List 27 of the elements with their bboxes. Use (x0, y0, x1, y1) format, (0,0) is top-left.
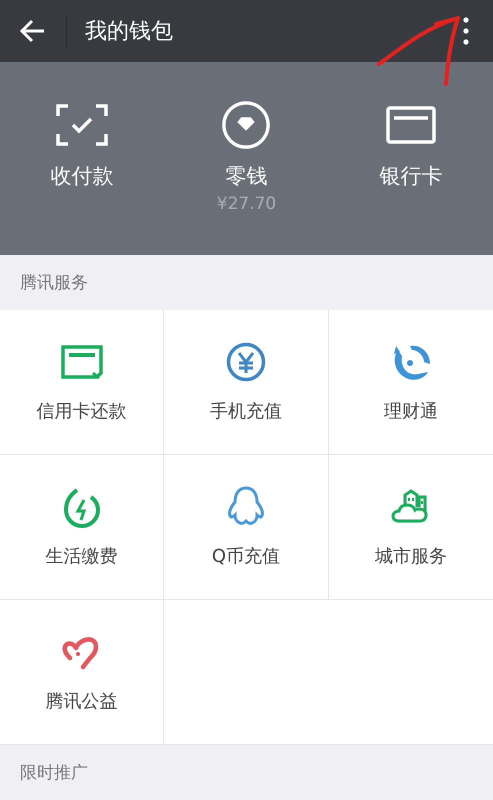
wallet-label[interactable]: 银行卡 (379, 162, 442, 190)
service-tile[interactable]: 腾讯公益 (0, 600, 164, 745)
service-label: 理财通 (384, 400, 438, 423)
service-label: Q币充值 (212, 545, 280, 568)
service-tile[interactable]: Q币充值 (164, 455, 329, 600)
wallet-label[interactable]: 零钱 (225, 162, 268, 190)
service-label: 信用卡还款 (36, 400, 127, 423)
service-label: 手机充值 (210, 400, 282, 423)
section-title: 腾讯服务 (20, 272, 88, 294)
service-label: 腾讯公益 (46, 690, 118, 713)
service-tile[interactable]: 城市服务 (328, 455, 493, 600)
back-icon[interactable] (20, 19, 46, 43)
service-tile[interactable]: 生活缴费 (0, 455, 164, 600)
more-icon[interactable] (463, 17, 469, 45)
page-title: 我的钱包 (85, 18, 173, 46)
yen-icon (226, 341, 266, 383)
service-tile[interactable]: 手机充值 (164, 310, 329, 455)
service-label: 生活缴费 (46, 545, 118, 568)
balance-amount: ¥27.70 (216, 194, 276, 214)
section-title: 限时推广 (20, 762, 88, 784)
service-tile[interactable]: 信用卡还款 (0, 310, 164, 455)
wallet-label[interactable]: 收付款 (50, 162, 114, 190)
coin-icon[interactable] (221, 100, 272, 150)
service-tile[interactable]: 理财通 (328, 310, 493, 455)
service-label: 城市服务 (374, 545, 447, 568)
penguin-icon (226, 486, 265, 528)
power-icon (62, 486, 101, 528)
